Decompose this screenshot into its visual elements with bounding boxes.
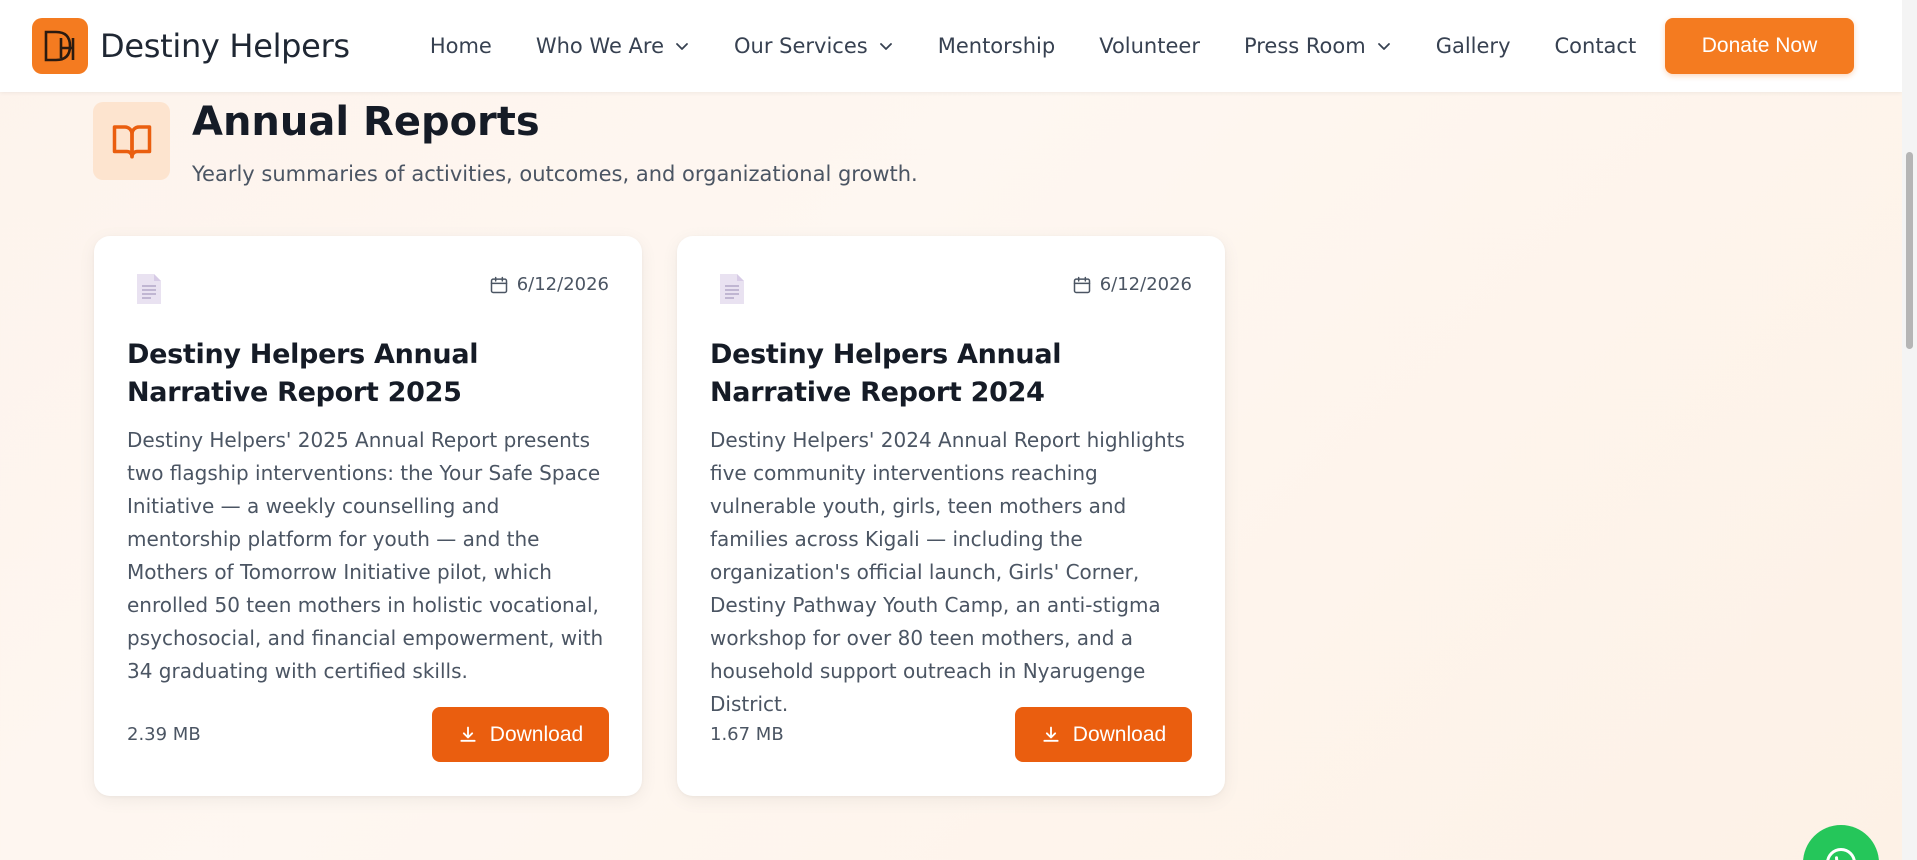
page-scrollbar[interactable] [1902, 0, 1917, 860]
section-title: Annual Reports [192, 99, 540, 145]
open-book-icon [112, 125, 151, 159]
download-button[interactable]: Download [432, 707, 609, 762]
download-icon [1043, 726, 1059, 742]
whatsapp-chat-button[interactable] [1803, 825, 1879, 860]
section-icon-tile [93, 102, 170, 180]
nav-label: Mentorship [937, 34, 1056, 58]
main-nav: Home Who We Are Our Services Mentorship … [430, 34, 1636, 58]
section-subtitle: Yearly summaries of activities, outcomes… [192, 162, 918, 186]
card-footer: 2.39 MB Download [127, 707, 609, 762]
donate-now-button[interactable]: Donate Now [1665, 18, 1854, 74]
report-description: Destiny Helpers' 2024 Annual Report high… [710, 428, 1185, 716]
nav-mentorship[interactable]: Mentorship [938, 34, 1055, 58]
download-icon [460, 726, 476, 742]
nav-home[interactable]: Home [430, 34, 492, 58]
download-label: Download [1072, 722, 1167, 746]
annual-reports-header: Annual Reports Yearly summaries of activ… [93, 102, 918, 186]
download-button[interactable]: Download [1015, 707, 1192, 762]
card-footer: 1.67 MB Download [710, 707, 1192, 762]
chevron-down-icon [879, 43, 892, 50]
nav-press-room[interactable]: Press Room [1244, 34, 1392, 58]
report-description: Destiny Helpers' 2025 Annual Report pres… [127, 428, 604, 683]
nav-label: Press Room [1243, 34, 1366, 58]
chevron-down-icon [676, 43, 688, 50]
whatsapp-icon [1826, 848, 1856, 860]
nav-label: Home [429, 34, 492, 58]
report-date: 6/12/2026 [1072, 274, 1192, 295]
download-label: Download [489, 722, 584, 746]
section-text: Annual Reports Yearly summaries of activ… [192, 102, 918, 186]
nav-label: Gallery [1435, 34, 1511, 58]
brand-name[interactable]: Destiny Helpers [100, 27, 350, 65]
calendar-icon [1073, 276, 1090, 293]
nav-gallery[interactable]: Gallery [1436, 34, 1511, 58]
card-meta: 6/12/2026 [710, 272, 1192, 326]
report-date-text: 6/12/2026 [1099, 274, 1192, 295]
nav-label: Contact [1554, 34, 1637, 58]
nav-label: Volunteer [1099, 34, 1200, 58]
brand[interactable]: Destiny Helpers [32, 18, 350, 74]
nav-label: Who We Are [535, 34, 665, 58]
site-header: Destiny Helpers Home Who We Are Our Serv… [0, 0, 1902, 92]
report-card: 6/12/2026 Destiny Helpers Annual Narrati… [94, 236, 642, 796]
reports-grid: 6/12/2026 Destiny Helpers Annual Narrati… [94, 236, 1225, 796]
calendar-icon [490, 276, 507, 293]
chevron-down-icon [1377, 43, 1390, 50]
report-date-text: 6/12/2026 [516, 274, 609, 295]
nav-who-we-are[interactable]: Who We Are [536, 34, 690, 58]
nav-volunteer[interactable]: Volunteer [1099, 34, 1200, 58]
nav-label: Our Services [734, 34, 868, 58]
scrollbar-thumb[interactable] [1906, 152, 1913, 349]
card-meta: 6/12/2026 [127, 272, 609, 326]
brand-logo[interactable] [32, 18, 88, 74]
file-size: 2.39 MB [127, 724, 201, 745]
report-title: Destiny Helpers Annual Narrative Report … [710, 339, 1062, 408]
report-title: Destiny Helpers Annual Narrative Report … [127, 339, 479, 408]
file-size: 1.67 MB [710, 724, 784, 745]
nav-our-services[interactable]: Our Services [734, 34, 894, 58]
report-card: 6/12/2026 Destiny Helpers Annual Narrati… [677, 236, 1225, 796]
dh-monogram-icon [44, 30, 75, 62]
document-icon [720, 274, 744, 304]
report-date: 6/12/2026 [489, 274, 609, 295]
document-icon [137, 274, 161, 304]
nav-contact[interactable]: Contact [1555, 34, 1637, 58]
